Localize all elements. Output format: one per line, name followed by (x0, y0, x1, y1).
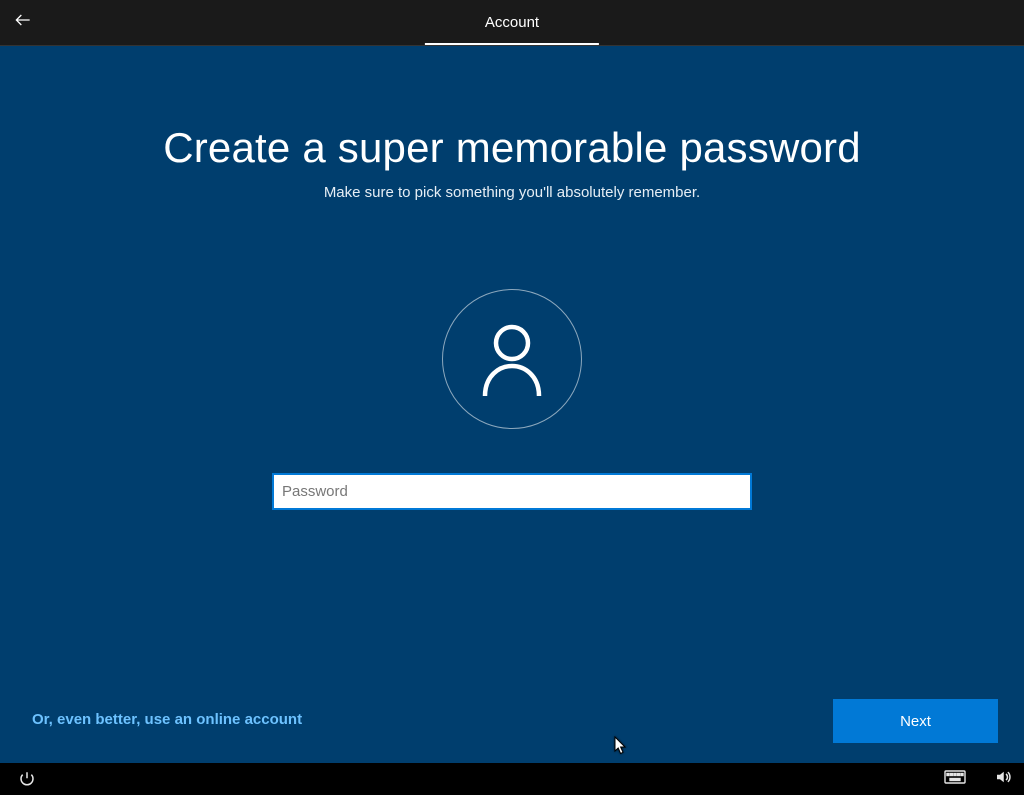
user-avatar-icon (442, 289, 582, 429)
oobe-page: Create a super memorable password Make s… (0, 46, 1024, 763)
volume-icon[interactable] (994, 768, 1012, 791)
next-button[interactable]: Next (833, 699, 998, 743)
power-icon[interactable] (18, 770, 36, 788)
use-online-account-link[interactable]: Or, even better, use an online account (32, 711, 302, 728)
oobe-topbar: Account (0, 0, 1024, 46)
oobe-bottom-bar (0, 763, 1024, 795)
back-arrow-icon (13, 10, 33, 35)
topbar-tab-account: Account (425, 14, 599, 45)
on-screen-keyboard-icon[interactable] (944, 770, 966, 789)
password-input[interactable] (272, 473, 752, 510)
page-title: Create a super memorable password (163, 124, 861, 172)
mouse-cursor-icon (614, 736, 628, 761)
back-button[interactable] (0, 0, 46, 46)
page-subtitle: Make sure to pick something you'll absol… (324, 184, 700, 201)
